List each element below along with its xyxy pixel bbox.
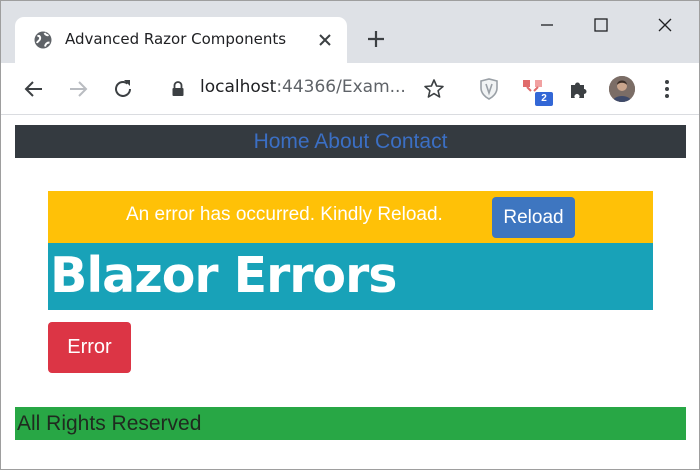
- forward-arrow-icon[interactable]: [66, 77, 90, 101]
- shield-extension-icon[interactable]: [477, 77, 501, 101]
- globe-icon: [33, 30, 53, 50]
- page-title: Blazor Errors: [50, 247, 397, 304]
- avatar[interactable]: [609, 76, 635, 102]
- alert-message: An error has occurred. Kindly Reload.: [126, 204, 443, 225]
- nav-link-contact[interactable]: Contact: [375, 130, 447, 153]
- tab-strip: Advanced Razor Components: [1, 1, 699, 63]
- page-footer: All Rights Reserved: [15, 407, 686, 440]
- maximize-icon[interactable]: [589, 13, 613, 37]
- address-bar[interactable]: localhost:44366/Exam...: [200, 77, 406, 97]
- browser-toolbar: localhost:44366/Exam...: [1, 63, 699, 115]
- lock-icon[interactable]: [171, 81, 185, 97]
- nav-link-home[interactable]: Home: [254, 130, 310, 153]
- star-icon[interactable]: [422, 77, 446, 101]
- close-window-icon[interactable]: [653, 13, 677, 37]
- nav-link-about[interactable]: About: [314, 130, 369, 153]
- close-tab-icon[interactable]: [315, 30, 335, 50]
- footer-text: All Rights Reserved: [17, 412, 202, 435]
- url-path: :44366/Exam...: [276, 77, 406, 97]
- error-button[interactable]: Error: [48, 322, 131, 373]
- puzzle-icon[interactable]: [567, 77, 591, 101]
- reload-button[interactable]: Reload: [492, 197, 575, 238]
- reload-icon[interactable]: [111, 77, 135, 101]
- top-navbar: Home About Contact: [15, 125, 686, 158]
- minimize-icon[interactable]: [535, 13, 559, 37]
- menu-dots-icon[interactable]: [655, 77, 679, 101]
- error-alert: An error has occurred. Kindly Reload. Re…: [48, 191, 653, 243]
- new-tab-icon[interactable]: [365, 28, 387, 50]
- tab-title: Advanced Razor Components: [65, 30, 287, 48]
- browser-window: Advanced Razor Components localhost:4436…: [0, 0, 700, 470]
- heading-banner: Blazor Errors: [48, 243, 653, 310]
- back-arrow-icon[interactable]: [22, 77, 46, 101]
- extension-badge: 2: [535, 92, 553, 106]
- url-host: localhost: [200, 77, 277, 97]
- browser-tab[interactable]: Advanced Razor Components: [15, 17, 347, 63]
